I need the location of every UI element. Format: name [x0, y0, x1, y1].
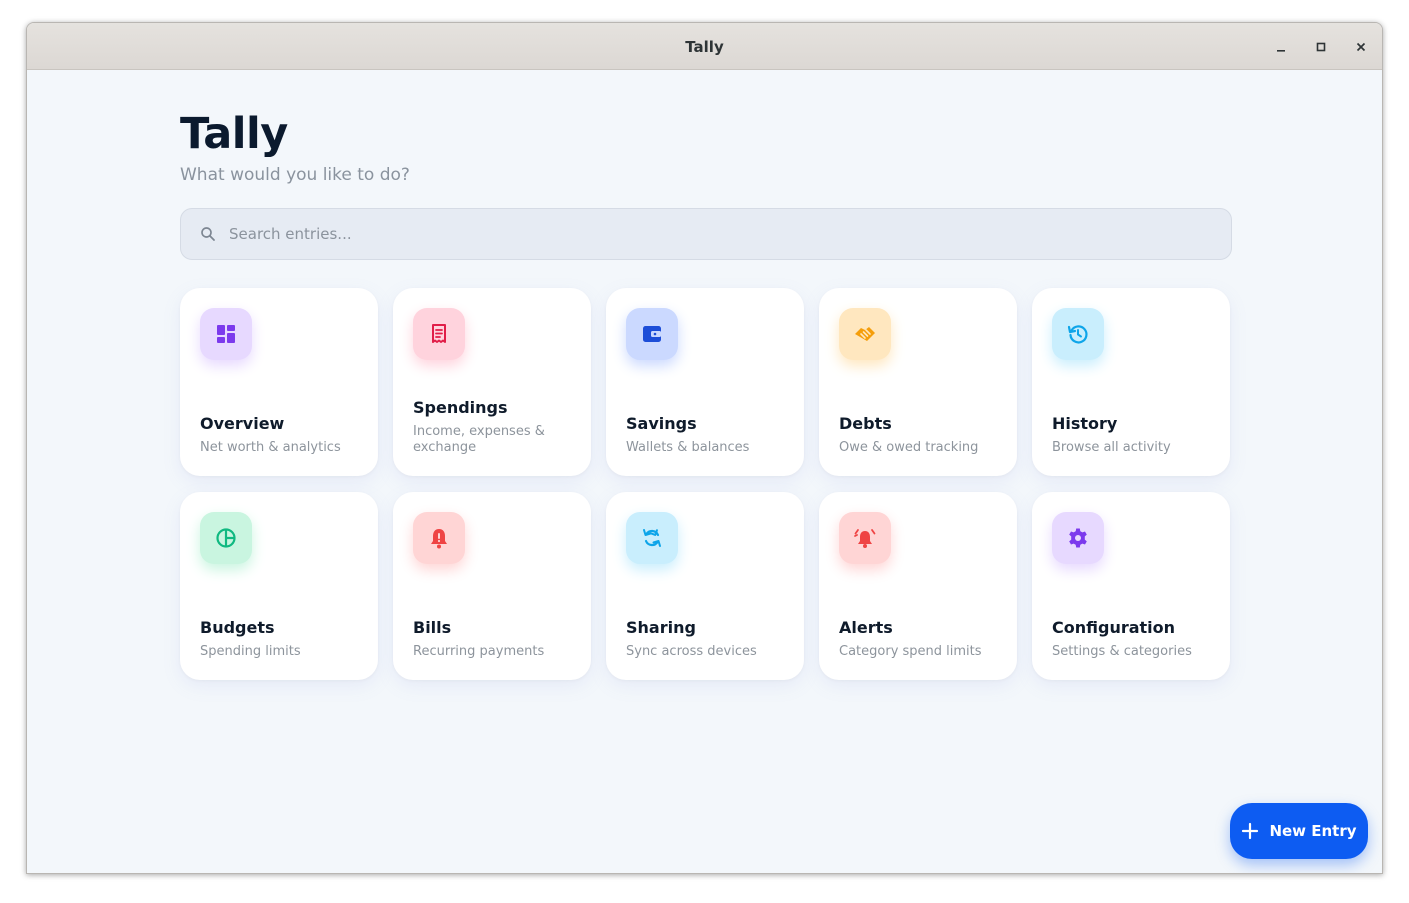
alerts-icon-tile	[839, 512, 891, 564]
card-sharing[interactable]: Sharing Sync across devices	[606, 492, 804, 680]
window-title: Tally	[685, 38, 724, 56]
card-description: Settings & categories	[1052, 644, 1192, 659]
card-description: Wallets & balances	[626, 440, 750, 455]
gear-icon	[1069, 528, 1087, 548]
configuration-icon-tile	[1052, 512, 1104, 564]
debts-icon-tile	[839, 308, 891, 360]
card-budgets[interactable]: Budgets Spending limits	[180, 492, 378, 680]
card-description: Spending limits	[200, 644, 301, 659]
handshake-icon	[855, 327, 875, 341]
card-title: Configuration	[1052, 618, 1176, 637]
receipt-icon	[432, 324, 446, 343]
bills-icon-tile	[413, 512, 465, 564]
card-configuration[interactable]: Configuration Settings & categories	[1032, 492, 1230, 680]
card-bills[interactable]: Bills Recurring payments	[393, 492, 591, 680]
close-button[interactable]	[1350, 36, 1372, 58]
card-title: Overview	[200, 414, 285, 433]
card-title: Budgets	[200, 618, 275, 637]
title-bar: Tally	[27, 23, 1382, 70]
wallet-icon	[643, 326, 661, 342]
action-grid: Overview Net worth & analytics Spendings I…	[180, 288, 1232, 680]
card-title: Alerts	[839, 618, 893, 637]
search-input[interactable]	[229, 225, 1129, 243]
sync-icon	[643, 529, 661, 547]
card-title: Debts	[839, 414, 892, 433]
search-icon	[199, 225, 217, 243]
minimize-icon	[1277, 50, 1285, 52]
history-icon-tile	[1052, 308, 1104, 360]
search-bar[interactable]	[180, 208, 1232, 260]
spendings-icon-tile	[413, 308, 465, 360]
card-title: Sharing	[626, 618, 696, 637]
card-savings[interactable]: Savings Wallets & balances	[606, 288, 804, 476]
card-spendings[interactable]: Spendings Income, expenses & exchange	[393, 288, 591, 476]
card-description: Net worth & analytics	[200, 440, 341, 455]
card-title: Spendings	[413, 398, 508, 417]
page-subtitle: What would you like to do?	[180, 165, 410, 185]
card-title: Bills	[413, 618, 452, 637]
card-description: Category spend limits	[839, 644, 982, 659]
new-entry-button[interactable]: New Entry	[1230, 803, 1368, 859]
app-window: Tally Tally What would you like to do? O…	[26, 22, 1383, 874]
sharing-icon-tile	[626, 512, 678, 564]
card-description: Sync across devices	[626, 644, 757, 659]
overview-icon-tile	[200, 308, 252, 360]
close-icon	[1356, 42, 1366, 52]
savings-icon-tile	[626, 308, 678, 360]
main-content: Tally What would you like to do? Overvie…	[27, 71, 1382, 873]
maximize-icon	[1316, 42, 1326, 52]
maximize-button[interactable]	[1310, 36, 1332, 58]
card-description: Owe & owed tracking	[839, 440, 979, 455]
card-title: Savings	[626, 414, 697, 433]
card-description: Income, expenses & exchange	[413, 424, 545, 455]
plus-icon	[1241, 822, 1259, 840]
card-description: Recurring payments	[413, 644, 545, 659]
minimize-button[interactable]	[1270, 36, 1292, 58]
card-overview[interactable]: Overview Net worth & analytics	[180, 288, 378, 476]
page-title: Tally	[180, 109, 288, 159]
history-icon	[1067, 325, 1088, 344]
new-entry-label: New Entry	[1269, 822, 1357, 840]
bell-alert-icon	[431, 529, 447, 549]
budgets-icon-tile	[200, 512, 252, 564]
card-title: History	[1052, 414, 1118, 433]
card-description: Browse all activity	[1052, 440, 1171, 455]
card-history[interactable]: History Browse all activity	[1032, 288, 1230, 476]
card-debts[interactable]: Debts Owe & owed tracking	[819, 288, 1017, 476]
pie-chart-icon	[216, 528, 236, 548]
alarm-bell-icon	[854, 529, 876, 548]
card-alerts[interactable]: Alerts Category spend limits	[819, 492, 1017, 680]
dashboard-icon	[217, 325, 235, 343]
